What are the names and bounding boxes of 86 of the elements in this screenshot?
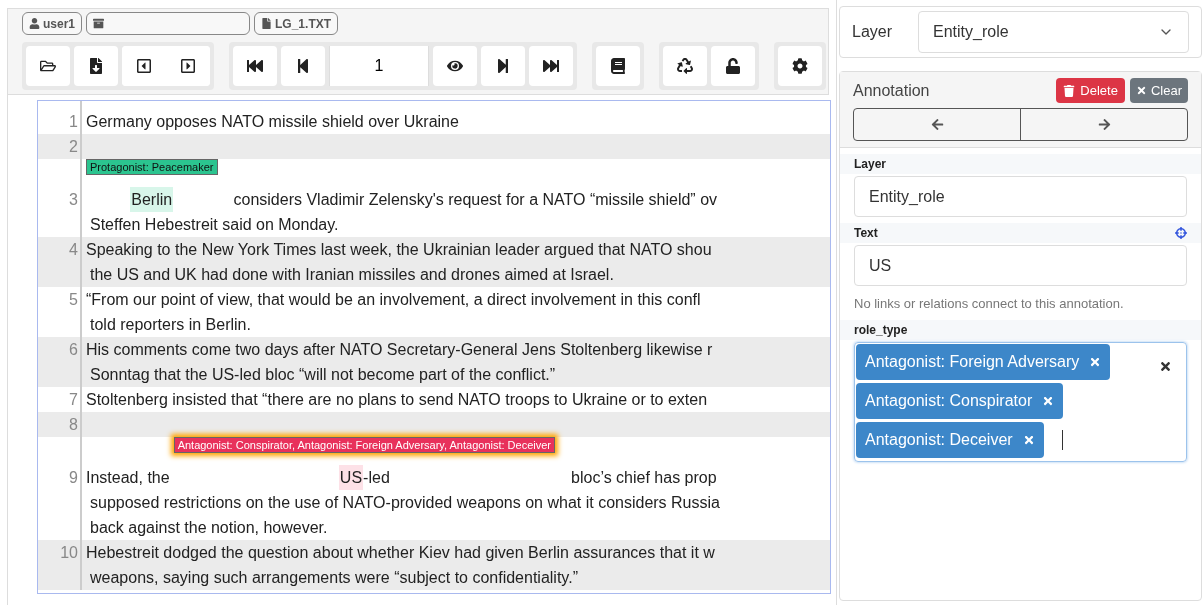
layer-label: Layer (852, 22, 893, 42)
field-label: Text (854, 225, 878, 242)
remove-icon[interactable] (1042, 394, 1055, 407)
last-page-icon (543, 58, 559, 74)
next-page-icon (495, 58, 511, 74)
arrow-right-icon (1097, 118, 1111, 131)
remove-icon[interactable] (1089, 355, 1102, 368)
first-page-icon (247, 58, 263, 74)
field-input[interactable]: US (854, 245, 1187, 286)
line-number: 6 (68, 340, 79, 360)
settings-button[interactable] (778, 46, 822, 86)
text-line: “From our point of view, that would be an involvement, a direct involvement in this confl (86, 290, 701, 310)
caret-right-icon (180, 58, 196, 74)
field-label: Layer (854, 156, 887, 173)
text-line: Germany opposes NATO missile shield over Ukraine (86, 112, 459, 132)
file-icon (261, 18, 273, 29)
crosshair-icon[interactable] (1175, 227, 1187, 239)
page-field[interactable]: 1 (329, 46, 429, 86)
last-page-button[interactable] (529, 46, 573, 86)
text-line: Sonntag that the US-led bloc “will not become part of the conflict.” (90, 365, 556, 385)
caret-left-icon (136, 58, 152, 74)
text-line: bloc’s chief has prop (571, 468, 717, 488)
recycle-icon (677, 58, 693, 74)
relations-note: No links or relations connect to this annotation. (853, 295, 1125, 313)
previous-page-button[interactable] (281, 46, 325, 86)
user-icon (29, 18, 40, 29)
line-number: 5 (68, 290, 79, 310)
tag-chip: Antagonist: Foreign Adversary (856, 343, 1111, 380)
delete-button[interactable]: Delete (1056, 78, 1125, 103)
archive-icon (93, 18, 105, 29)
clear-icon[interactable] (1159, 359, 1172, 373)
line-number: 2 (68, 137, 79, 157)
document-badge: LG_1.TXT (254, 12, 339, 35)
remove-icon[interactable] (1022, 433, 1035, 446)
annotated-span[interactable]: Berlin (130, 187, 174, 212)
line-number: 4 (68, 240, 79, 260)
close-icon (1135, 85, 1147, 96)
text-line: considers Vladimir Zelensky's request for a NATO “missile shield” ov (233, 190, 718, 210)
recycle-button[interactable] (663, 46, 707, 86)
field-input[interactable]: Entity_role (854, 176, 1187, 217)
text-line: Speaking to the New York Times last week, the Ukrainian leader argued that NATO shou (86, 240, 712, 260)
eye-button[interactable] (433, 46, 477, 86)
text-line: -led (363, 468, 390, 488)
text-line: His comments come two days after NATO Secretary-General Jens Stoltenberg likewise r (86, 340, 713, 360)
eye-icon (447, 58, 463, 74)
annotation-label[interactable]: Protagonist: Peacemaker (86, 159, 218, 175)
file-download-icon (88, 58, 104, 74)
unlock-button[interactable] (711, 46, 755, 86)
text-line: back against the notion, however. (90, 518, 328, 538)
tag-chip: Antagonist: Deceiver (856, 421, 1044, 458)
text-line: supposed restrictions on the use of NATO-provided weapons on what it considers Russia (90, 493, 720, 513)
line-number: 10 (59, 543, 79, 563)
arrow-left-icon (930, 118, 944, 131)
annotated-span[interactable]: US (338, 465, 364, 490)
layer-select[interactable]: Entity_role (918, 11, 1189, 53)
first-page-button[interactable] (233, 46, 277, 86)
line-number: 7 (68, 390, 79, 410)
text-line: Hebestreit dodged the question about whether Kiev had given Berlin assurances that it w (86, 543, 715, 563)
annotation-label[interactable]: Antagonist: Conspirator, Antagonist: Foreign Adversary, Antagonist: Deceiver (173, 437, 556, 453)
text-line: told reporters in Berlin. (90, 315, 251, 335)
user-badge: user1 (22, 12, 83, 35)
text-line: the US and UK had done with Iranian missiles and drones aimed at Israel. (90, 265, 614, 285)
line-number: 9 (68, 468, 79, 488)
settings-icon (792, 58, 808, 74)
open-folder-button[interactable] (26, 46, 70, 86)
clear-button[interactable]: Clear (1129, 78, 1188, 103)
annotation-title: Annotation (853, 80, 930, 101)
book-icon (610, 58, 626, 74)
unlock-icon (725, 58, 741, 74)
file-download-button[interactable] (74, 46, 118, 86)
text-line: Instead, the (86, 468, 170, 488)
text-line: Steffen Hebestreit said on Monday. (90, 215, 339, 235)
previous-page-icon (295, 58, 311, 74)
book-button[interactable] (596, 46, 640, 86)
open-folder-icon (40, 58, 56, 74)
text-line: Stoltenberg insisted that “there are no plans to send NATO troops to Ukraine or to exten (86, 390, 708, 410)
text-line: weapons, saying such arrangements were “subject to confidentiality.” (90, 568, 578, 588)
line-number: 3 (68, 190, 79, 210)
next-page-button[interactable] (481, 46, 525, 86)
field-label: role_type (854, 321, 908, 339)
line-number: 8 (68, 415, 79, 435)
line-number: 1 (68, 112, 79, 132)
tag-select[interactable]: Antagonist: Foreign Adversary Antagonist: Conspirator Antagonist: Deceiver (854, 341, 1187, 462)
tag-chip: Antagonist: Conspirator (856, 382, 1064, 419)
text-cursor (1061, 429, 1063, 450)
trash-icon (1063, 84, 1076, 97)
